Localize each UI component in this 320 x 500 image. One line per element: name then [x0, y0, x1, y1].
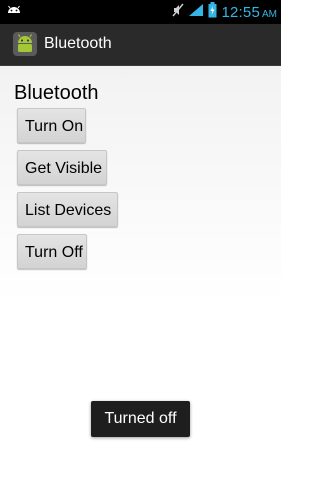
list-devices-button[interactable]: List Devices: [17, 192, 118, 227]
page-heading: Bluetooth: [14, 82, 99, 104]
main-content: Bluetooth Turn On Get Visible List Devic…: [0, 66, 281, 500]
action-bar: Bluetooth: [0, 24, 281, 66]
status-bar: 12:55 AM: [0, 0, 281, 24]
mute-icon: [172, 3, 184, 22]
turn-on-button[interactable]: Turn On: [17, 108, 86, 143]
app-title: Bluetooth: [44, 35, 112, 52]
status-time: 12:55: [221, 3, 260, 21]
android-app-icon[interactable]: [12, 31, 38, 57]
turn-off-button[interactable]: Turn Off: [17, 234, 87, 269]
battery-icon: [208, 1, 217, 23]
android-icon: [6, 5, 22, 24]
get-visible-button[interactable]: Get Visible: [17, 150, 107, 185]
signal-icon: [188, 3, 204, 22]
status-ampm: AM: [262, 8, 277, 20]
toast-message: Turned off: [91, 401, 190, 437]
